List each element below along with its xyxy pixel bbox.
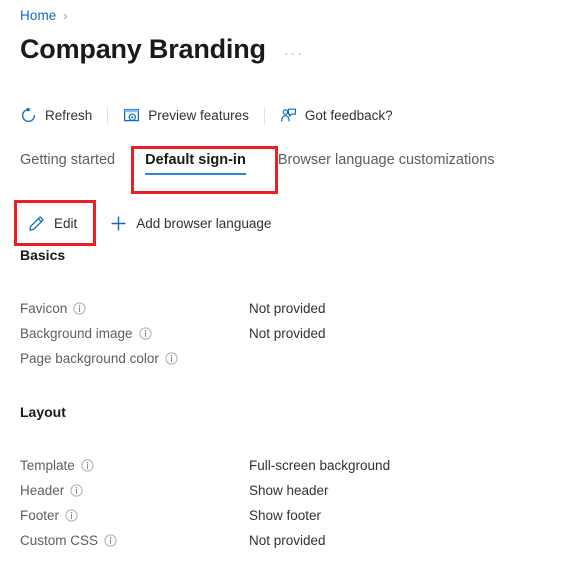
tab-default-sign-in[interactable]: Default sign-in <box>145 152 246 175</box>
tab-default-sign-in-label: Default sign-in <box>145 152 246 168</box>
property-value-header: Show header <box>249 482 329 498</box>
edit-label: Edit <box>54 215 78 231</box>
property-row-custom-css: Custom CSS Not provided <box>20 529 390 551</box>
refresh-icon <box>20 107 37 124</box>
property-label-background-image: Background image <box>20 326 249 341</box>
property-value-custom-css: Not provided <box>249 532 326 548</box>
section-heading-basics: Basics <box>20 247 66 263</box>
info-icon[interactable] <box>165 351 178 365</box>
property-value-template: Full-screen background <box>249 457 391 473</box>
property-label-favicon: Favicon <box>20 301 249 316</box>
basics-property-list: Favicon Not provided Background image No… <box>20 297 326 372</box>
info-icon[interactable] <box>65 508 78 522</box>
tab-browser-language-customizations[interactable]: Browser language customizations <box>278 152 495 175</box>
property-label-page-background-color: Page background color <box>20 351 249 366</box>
got-feedback-button[interactable]: Got feedback? <box>280 101 393 129</box>
page-title: Company Branding <box>20 34 266 64</box>
property-label-template-text: Template <box>20 457 75 473</box>
info-icon[interactable] <box>81 458 94 472</box>
property-label-background-image-text: Background image <box>20 325 133 341</box>
tab-browser-language-customizations-label: Browser language customizations <box>277 152 495 168</box>
more-actions-ellipsis-icon[interactable]: ··· <box>284 45 304 62</box>
feedback-icon <box>280 107 297 124</box>
tab-getting-started-label: Getting started <box>20 152 116 168</box>
property-value-favicon: Not provided <box>249 300 326 316</box>
layout-property-list: Template Full-screen background Header S… <box>20 454 390 554</box>
refresh-label: Refresh <box>45 107 93 123</box>
command-bar: Refresh Preview features Got feedback? <box>20 101 393 129</box>
tab-list: Getting started Default sign-in Browser … <box>20 152 495 175</box>
property-label-footer-text: Footer <box>20 507 60 523</box>
property-label-custom-css: Custom CSS <box>20 533 249 548</box>
info-icon[interactable] <box>138 326 152 340</box>
edit-button[interactable]: Edit <box>28 215 77 232</box>
property-label-header: Header <box>20 483 249 498</box>
property-value-background-image: Not provided <box>249 325 326 341</box>
preview-features-label: Preview features <box>148 107 249 123</box>
add-browser-language-button[interactable]: Add browser language <box>110 215 271 232</box>
got-feedback-label: Got feedback? <box>304 107 393 123</box>
breadcrumb-item-home[interactable]: Home <box>20 8 56 23</box>
property-row-background-image: Background image Not provided <box>20 322 326 344</box>
property-row-template: Template Full-screen background <box>20 454 390 476</box>
property-label-page-background-color-text: Page background color <box>20 350 159 366</box>
property-row-page-background-color: Page background color <box>20 347 326 369</box>
chevron-right-icon: › <box>63 8 68 23</box>
property-label-footer: Footer <box>20 508 249 523</box>
section-heading-layout: Layout <box>20 404 66 420</box>
property-label-custom-css-text: Custom CSS <box>20 532 99 548</box>
preview-features-icon <box>123 107 140 124</box>
property-row-footer: Footer Show footer <box>20 504 390 526</box>
property-value-footer: Show footer <box>249 507 322 523</box>
plus-icon <box>110 215 127 232</box>
page-header: Company Branding ··· <box>20 33 304 65</box>
property-label-template: Template <box>20 458 249 473</box>
action-bar: Edit Add browser language <box>28 211 271 235</box>
command-separator-2 <box>263 106 265 124</box>
property-row-favicon: Favicon Not provided <box>20 297 326 319</box>
preview-features-button[interactable]: Preview features <box>123 101 249 129</box>
property-row-header: Header Show header <box>20 479 390 501</box>
property-label-header-text: Header <box>20 482 65 498</box>
refresh-button[interactable]: Refresh <box>20 101 92 129</box>
pencil-icon <box>28 215 45 232</box>
tab-getting-started[interactable]: Getting started <box>20 152 115 175</box>
command-separator-1 <box>107 106 109 124</box>
add-browser-language-label: Add browser language <box>136 215 272 231</box>
info-icon[interactable] <box>70 483 83 497</box>
info-icon[interactable] <box>104 533 117 547</box>
breadcrumb: Home › <box>20 8 67 23</box>
info-icon[interactable] <box>73 301 86 315</box>
property-label-favicon-text: Favicon <box>20 300 68 316</box>
